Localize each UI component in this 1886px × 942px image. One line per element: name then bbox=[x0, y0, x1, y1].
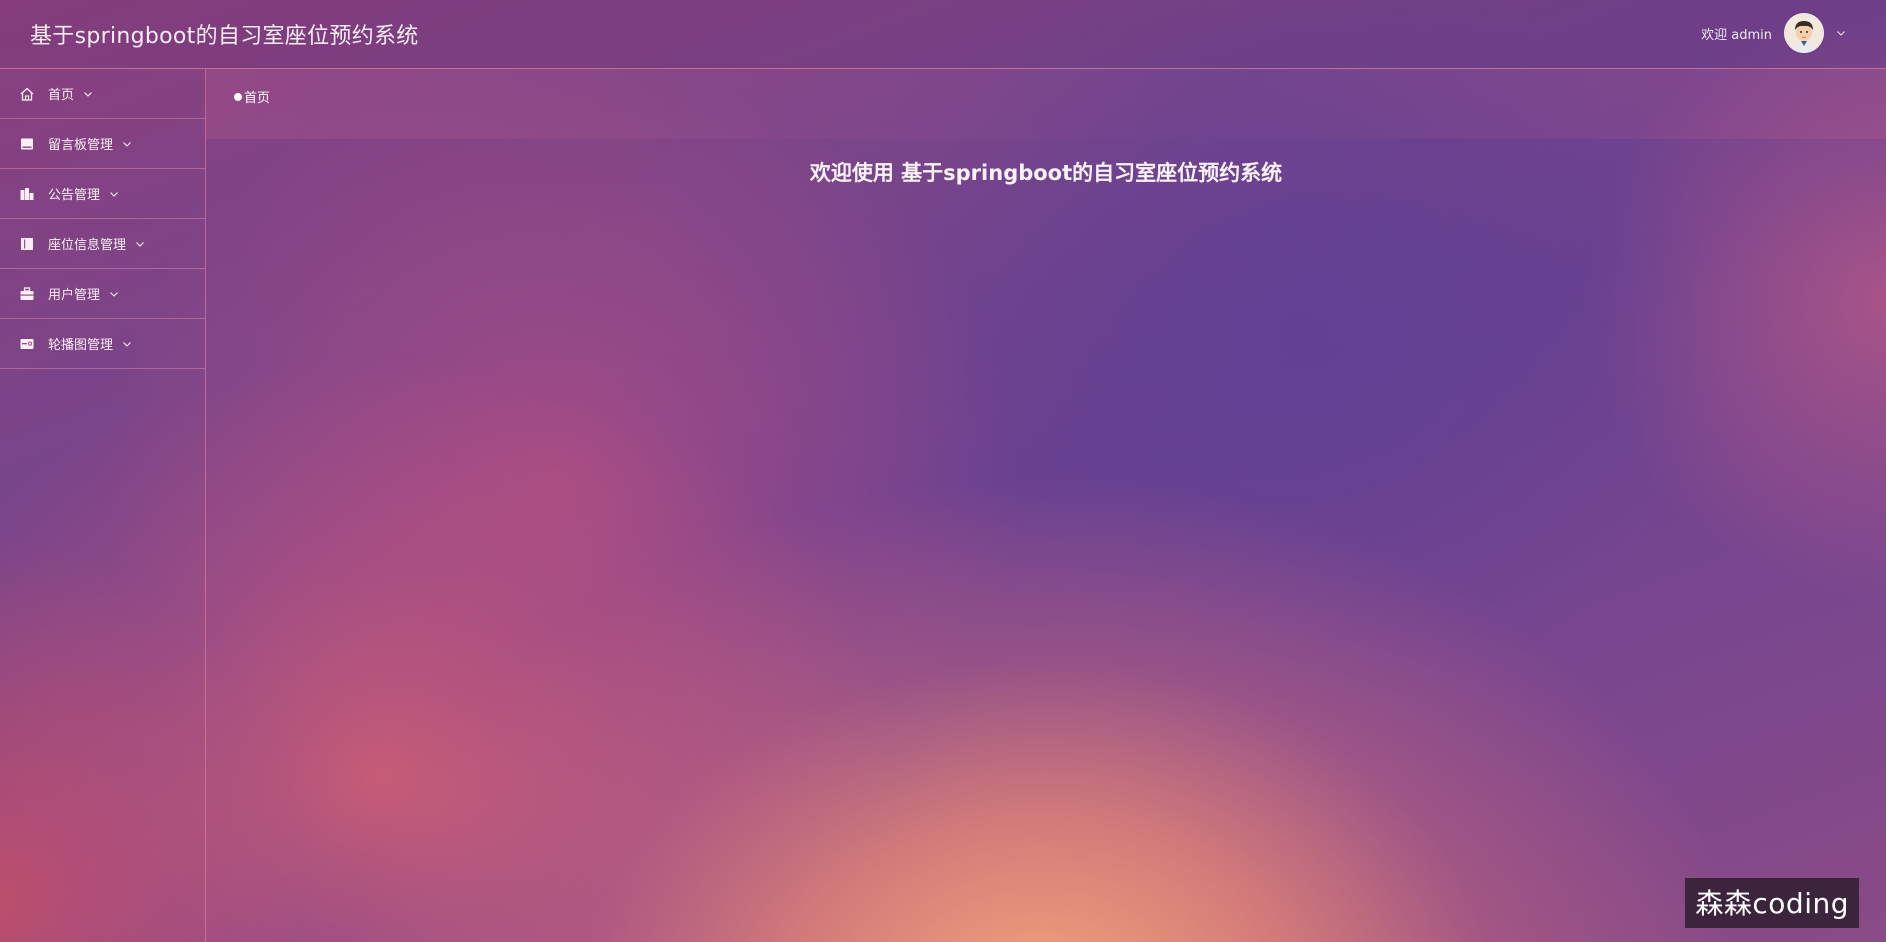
carousel-icon bbox=[18, 335, 36, 353]
sidebar: 首页 留言板管理 公告管理 座位信息管理 用户管理 轮播图管理 bbox=[0, 69, 206, 942]
user-avatar-icon bbox=[1784, 13, 1824, 53]
sidebar-item-message-board[interactable]: 留言板管理 bbox=[0, 119, 205, 169]
user-menu[interactable]: 欢迎 admin bbox=[1701, 12, 1846, 54]
app-title: 基于springboot的自习室座位预约系统 bbox=[30, 24, 419, 49]
sidebar-item-label: 座位信息管理 bbox=[48, 238, 127, 253]
breadcrumb: 首页 bbox=[234, 87, 270, 106]
breadcrumb-item-home[interactable]: 首页 bbox=[244, 87, 270, 106]
welcome-heading: 欢迎使用 基于springboot的自习室座位预约系统 bbox=[809, 161, 1283, 185]
sidebar-item-user-management[interactable]: 用户管理 bbox=[0, 269, 205, 319]
home-icon bbox=[18, 85, 36, 103]
chevron-down-icon bbox=[110, 191, 118, 197]
chevron-down-icon bbox=[123, 141, 131, 147]
top-header: 基于springboot的自习室座位预约系统 欢迎 admin bbox=[0, 0, 1886, 69]
sidebar-item-label: 留言板管理 bbox=[48, 138, 114, 153]
seat-info-icon bbox=[18, 235, 36, 253]
sidebar-item-label: 轮播图管理 bbox=[48, 338, 114, 353]
chevron-down-icon bbox=[136, 241, 144, 247]
breadcrumb-bar: 首页 bbox=[206, 69, 1886, 139]
sidebar-item-carousel[interactable]: 轮播图管理 bbox=[0, 319, 205, 369]
chevron-down-icon bbox=[110, 291, 118, 297]
user-management-icon bbox=[18, 285, 36, 303]
welcome-user-text: 欢迎 admin bbox=[1701, 27, 1772, 43]
announcement-icon bbox=[18, 185, 36, 203]
sidebar-item-seat-info[interactable]: 座位信息管理 bbox=[0, 219, 205, 269]
breadcrumb-dot-icon bbox=[234, 92, 242, 101]
chevron-down-icon bbox=[84, 91, 92, 97]
sidebar-item-label: 公告管理 bbox=[48, 188, 101, 203]
chevron-down-icon bbox=[123, 341, 131, 347]
chevron-down-icon bbox=[1837, 31, 1845, 36]
sidebar-item-label: 首页 bbox=[48, 88, 75, 103]
message-board-icon bbox=[18, 135, 36, 153]
avatar[interactable] bbox=[1784, 13, 1824, 53]
sidebar-item-label: 用户管理 bbox=[48, 288, 101, 303]
sidebar-item-announcements[interactable]: 公告管理 bbox=[0, 169, 205, 219]
watermark: 森森coding bbox=[1685, 878, 1859, 928]
sidebar-item-home[interactable]: 首页 bbox=[0, 69, 205, 119]
